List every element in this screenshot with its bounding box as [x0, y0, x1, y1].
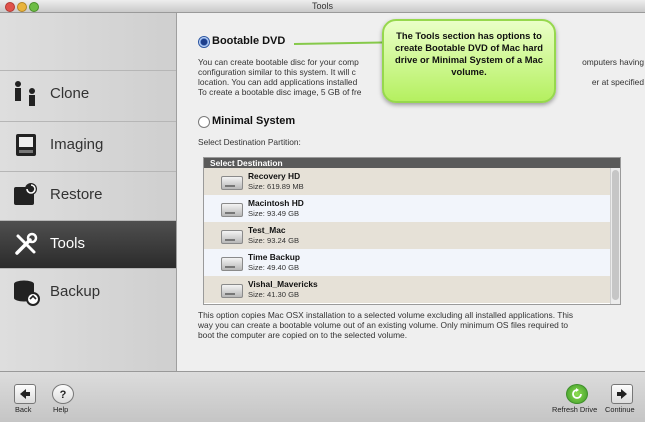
hard-drive-icon	[221, 230, 243, 244]
restore-icon	[14, 183, 37, 205]
sidebar-item-label: Restore	[50, 186, 103, 203]
description-line: omputers having	[582, 57, 644, 67]
list-scrollbar[interactable]	[610, 168, 620, 304]
drive-size: Size: 619.89 MB	[248, 182, 304, 191]
hard-drive-icon	[221, 203, 243, 217]
help-label: Help	[53, 405, 69, 414]
clone-icon	[15, 81, 35, 106]
description-line: This option copies Mac OSX installation …	[198, 310, 574, 320]
continue-button[interactable]	[611, 384, 633, 404]
description-line: way you can create a bootable volume out…	[198, 320, 569, 330]
callout-text: The Tools section has options to create …	[395, 30, 543, 77]
sidebar-item-tools[interactable]: Tools	[0, 220, 176, 268]
drive-row-recovery-hd[interactable]: Recovery HD Size: 619.89 MB	[204, 168, 611, 195]
hard-drive-icon	[221, 284, 243, 298]
drive-size: Size: 93.24 GB	[248, 236, 300, 245]
drive-name: Recovery HD	[248, 171, 301, 181]
drive-name: Vishal_Mavericks	[248, 279, 318, 289]
sidebar-item-clone[interactable]: Clone	[0, 70, 176, 118]
back-button[interactable]	[14, 384, 36, 404]
sidebar-item-label: Clone	[50, 85, 90, 102]
refresh-drive-button[interactable]	[566, 384, 588, 404]
drive-row-test-mac[interactable]: Test_Mac Size: 93.24 GB	[204, 222, 611, 249]
bootable-dvd-description: You can create bootable disc for your co…	[198, 57, 361, 97]
description-line: configuration similar to this system. It…	[198, 67, 356, 77]
minimal-system-label[interactable]: Minimal System	[212, 115, 295, 127]
drive-size: Size: 41.30 GB	[248, 290, 300, 299]
destination-list[interactable]: Select Destination Recovery HD Size: 619…	[203, 157, 621, 305]
drive-name: Test_Mac	[248, 225, 286, 235]
bootable-dvd-radio[interactable]	[198, 36, 210, 48]
description-line: boot the computer are copied on to the s…	[198, 330, 408, 340]
sidebar-item-label: Tools	[50, 235, 86, 252]
sidebar-item-restore[interactable]: Restore	[0, 171, 176, 219]
minimal-system-description: This option copies Mac OSX installation …	[198, 310, 573, 340]
drive-size: Size: 49.40 GB	[248, 263, 300, 272]
sidebar-item-label: Backup	[50, 283, 101, 300]
destination-prompt: Select Destination Partition:	[198, 137, 301, 147]
sidebar: Clone Imaging Restore Tools Backup	[0, 13, 177, 371]
drive-size: Size: 93.49 GB	[248, 209, 300, 218]
svg-text:?: ?	[60, 389, 67, 401]
bootable-dvd-description-tail: omputers having er at specified	[562, 57, 644, 87]
description-line: To create a bootable disc image, 5 GB of…	[198, 87, 362, 97]
help-icon: ?	[60, 389, 67, 401]
hard-drive-icon	[221, 176, 243, 190]
list-scroll-thumb[interactable]	[612, 170, 619, 300]
backup-icon	[14, 280, 40, 306]
window-title: Tools	[311, 1, 333, 11]
description-line: er at specified	[591, 77, 644, 87]
callout-bubble: The Tools section has options to create …	[382, 19, 556, 103]
tools-icon	[15, 232, 38, 255]
continue-label: Continue	[605, 405, 635, 414]
back-arrow-icon	[20, 389, 30, 399]
imaging-icon	[16, 134, 36, 156]
help-button[interactable]: ?	[52, 384, 74, 404]
forward-arrow-icon	[617, 389, 627, 399]
drive-row-time-backup[interactable]: Time Backup Size: 49.40 GB	[204, 249, 611, 276]
refresh-drive-label: Refresh Drive	[552, 405, 598, 414]
drive-row-vishal-mavericks[interactable]: Vishal_Mavericks Size: 41.30 GB	[204, 276, 611, 303]
title-bar: Tools	[0, 0, 645, 13]
minimal-system-radio[interactable]	[198, 116, 210, 128]
description-line: location. You can add applications insta…	[198, 77, 358, 87]
sidebar-item-label: Imaging	[50, 136, 104, 153]
hard-drive-icon	[221, 257, 243, 271]
bottom-toolbar: Back ? Help Refresh Drive Continue	[0, 371, 645, 422]
description-line: You can create bootable disc for your co…	[198, 57, 359, 67]
destination-list-header: Select Destination	[204, 158, 620, 168]
sidebar-item-imaging[interactable]: Imaging	[0, 121, 176, 169]
sidebar-item-backup[interactable]: Backup	[0, 268, 176, 316]
bootable-dvd-label[interactable]: Bootable DVD	[212, 35, 285, 47]
back-label: Back	[15, 405, 32, 414]
refresh-icon	[572, 388, 582, 399]
drive-name: Time Backup	[248, 252, 300, 262]
drive-row-macintosh-hd[interactable]: Macintosh HD Size: 93.49 GB	[204, 195, 611, 222]
drive-name: Macintosh HD	[248, 198, 304, 208]
